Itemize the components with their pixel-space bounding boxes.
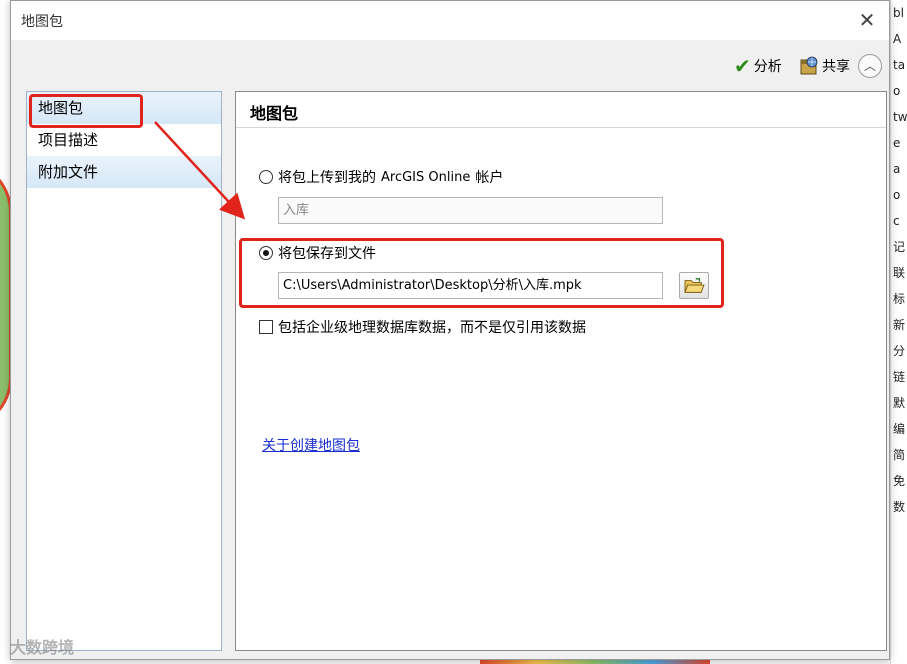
save-option-radio-row[interactable]: 将包保存到文件: [259, 243, 376, 263]
upload-label-prefix: 将包上传到我的: [278, 170, 376, 186]
share-button[interactable]: 共享: [799, 54, 850, 78]
background-text: A: [893, 32, 902, 46]
background-text: 标: [893, 292, 906, 306]
browse-button[interactable]: [679, 272, 709, 299]
main-heading: 地图包: [250, 104, 299, 123]
background-text: 分: [893, 344, 906, 358]
checkmark-icon: ✔: [734, 54, 751, 78]
background-text: o: [893, 84, 901, 98]
nav-item-item-description[interactable]: 项目描述: [27, 124, 221, 156]
background-text: ta: [893, 58, 906, 72]
share-label: 共享: [822, 59, 850, 75]
save-path-field[interactable]: C:\Users\Administrator\Desktop\分析\入库.mpk: [278, 272, 663, 299]
background-text: 联: [893, 266, 906, 280]
nav-item-map-package[interactable]: 地图包: [27, 92, 221, 128]
background-text: 默: [893, 396, 906, 410]
save-radio[interactable]: [259, 246, 273, 260]
nav-item-additional-files[interactable]: 附加文件: [27, 156, 221, 188]
nav-panel: 地图包 项目描述 附加文件: [26, 91, 222, 651]
watermark: 大数跨境: [10, 638, 75, 657]
share-package-icon: [800, 56, 818, 75]
about-map-package-link[interactable]: 关于创建地图包: [262, 435, 360, 455]
background-text: e: [893, 136, 901, 150]
background-app-right: bl Ata o tw e a o c 记联标新分链默编简免数: [890, 0, 907, 664]
collapse-button[interactable]: ︿: [858, 54, 882, 78]
background-text: bl: [893, 6, 904, 20]
nav-item-label: 地图包: [38, 99, 84, 117]
background-text: 记: [893, 240, 906, 254]
dialog-title: 地图包: [21, 14, 63, 30]
include-enterprise-label: 包括企业级地理数据库数据，而不是仅引用该数据: [278, 320, 586, 336]
main-panel: 地图包 将包上传到我的 ArcGIS Online 帐户 入库 将包保存到文件 …: [235, 91, 887, 651]
background-text: 数: [893, 500, 906, 514]
close-button[interactable]: ✕: [845, 1, 889, 40]
titlebar: 地图包 ✕: [11, 1, 889, 40]
background-text: 编: [893, 422, 906, 436]
background-text: 简: [893, 448, 906, 462]
nav-item-label: 附加文件: [38, 163, 99, 181]
map-package-dialog: 地图包 ✕ ✔ 分析 共享 ︿ 地图包 项目描述 附加文件 地图包 将包上传到我…: [10, 0, 890, 660]
include-enterprise-checkbox[interactable]: [259, 320, 273, 334]
upload-label-arcgis: ArcGIS Online: [381, 169, 471, 185]
background-text: a: [893, 162, 901, 176]
heading-divider: [236, 127, 886, 128]
background-text: 新: [893, 318, 906, 332]
save-label: 将包保存到文件: [278, 246, 376, 262]
upload-label-suffix: 帐户: [475, 170, 504, 186]
background-text: 免: [893, 474, 906, 488]
folder-open-icon: [684, 278, 705, 293]
include-enterprise-row[interactable]: 包括企业级地理数据库数据，而不是仅引用该数据: [259, 317, 586, 337]
analyze-label: 分析: [753, 59, 782, 75]
background-text: o: [893, 188, 901, 202]
nav-item-label: 项目描述: [38, 131, 99, 149]
upload-option-radio-row[interactable]: 将包上传到我的 ArcGIS Online 帐户: [259, 167, 503, 187]
upload-radio[interactable]: [259, 170, 273, 184]
background-text: c: [893, 214, 900, 228]
upload-name-field[interactable]: 入库: [278, 197, 663, 224]
analyze-button[interactable]: ✔ 分析: [734, 54, 782, 78]
background-text: tw: [893, 110, 907, 124]
background-text: 链: [893, 370, 906, 384]
